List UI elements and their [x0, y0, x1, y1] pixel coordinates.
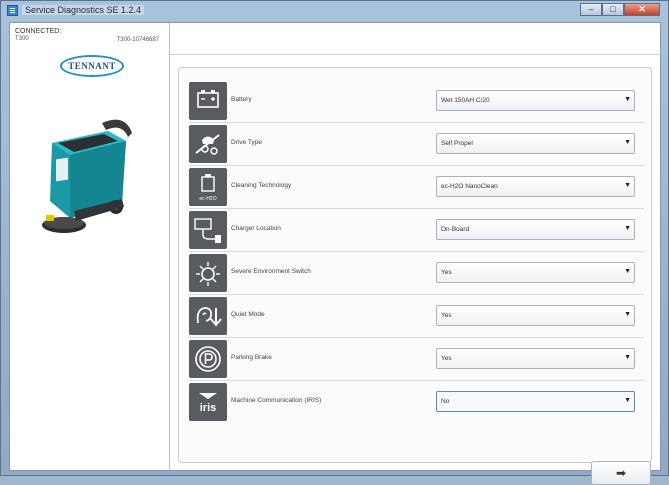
setting-row-parking-brake: Parking Brake Yes ▼	[189, 338, 644, 381]
setting-row-cleaning-technology: ec-H2O Cleaning Technology ec-H2O NanoCl…	[189, 166, 644, 209]
svg-text:ec-H2O: ec-H2O	[199, 196, 216, 202]
setting-row-battery: Battery Wet 150AH C/20 ▼	[189, 80, 644, 123]
chevron-down-icon: ▼	[624, 268, 631, 275]
next-button[interactable]: ➡	[591, 461, 651, 485]
setting-label: Parking Brake	[231, 354, 272, 361]
minimize-button[interactable]: –	[580, 3, 602, 16]
chevron-down-icon: ▼	[624, 96, 631, 103]
setting-row-charger-location: Charger Location On-Board ▼	[189, 209, 644, 252]
select-value: On-Board	[441, 226, 470, 233]
chevron-down-icon: ▼	[624, 354, 631, 361]
settings-list: Battery Wet 150AH C/20 ▼ Drive Type Self…	[189, 80, 644, 423]
battery-icon	[189, 82, 227, 120]
select-value: No	[441, 398, 450, 405]
battery-select[interactable]: Wet 150AH C/20 ▼	[436, 90, 635, 111]
drive-type-icon	[189, 125, 227, 163]
machine-communication-select[interactable]: No ▼	[436, 391, 635, 412]
arrow-right-icon: ➡	[615, 466, 627, 480]
charger-location-select[interactable]: On-Board ▼	[436, 219, 635, 240]
setting-row-drive-type: Drive Type Self Propel ▼	[189, 123, 644, 166]
connection-status: CONNECTED:	[15, 28, 62, 35]
chevron-down-icon: ▼	[624, 139, 631, 146]
quiet-mode-icon	[189, 297, 227, 335]
machine-model: T300	[15, 36, 29, 42]
select-value: Yes	[441, 312, 452, 319]
setting-label: Cleaning Technology	[231, 182, 292, 189]
svg-text:iris: iris	[200, 402, 217, 414]
client-area: CONNECTED: T300 T300-10746687 TENNANT Ba…	[9, 22, 661, 485]
top-strip	[170, 23, 660, 55]
select-value: Wet 150AH C/20	[441, 97, 490, 104]
charger-icon	[189, 211, 227, 249]
window-controls: – □ ✕	[580, 3, 660, 17]
app-icon	[7, 5, 18, 16]
parking-brake-select[interactable]: Yes ▼	[436, 348, 635, 369]
title-bar[interactable]: Service Diagnostics SE 1.2.4 – □ ✕	[1, 1, 668, 21]
chevron-down-icon: ▼	[624, 182, 631, 189]
settings-panel: Battery Wet 150AH C/20 ▼ Drive Type Self…	[178, 67, 652, 485]
severe-environment-select[interactable]: Yes ▼	[436, 262, 635, 283]
setting-row-severe-environment: Severe Environment Switch Yes ▼	[189, 252, 644, 295]
window-title: Service Diagnostics SE 1.2.4	[22, 5, 145, 15]
select-value: Self Propel	[441, 140, 473, 147]
setting-label: Battery	[231, 96, 252, 103]
iris-icon: iris	[189, 383, 227, 421]
setting-label: Quiet Mode	[231, 311, 265, 318]
setting-label: Severe Environment Switch	[231, 268, 311, 275]
chevron-down-icon: ▼	[624, 397, 631, 404]
machine-serial: T300-10746687	[116, 37, 159, 43]
cleaning-technology-select[interactable]: ec-H2O NanoClean ▼	[436, 176, 635, 197]
setting-label: Machine Communication (IRIS)	[231, 397, 322, 404]
cleaning-technology-icon: ec-H2O	[189, 168, 227, 206]
close-button[interactable]: ✕	[624, 3, 660, 16]
setting-label: Drive Type	[231, 139, 262, 146]
severe-environment-icon	[189, 254, 227, 292]
select-value: ec-H2O NanoClean	[441, 183, 498, 190]
select-value: Yes	[441, 269, 452, 276]
quiet-mode-select[interactable]: Yes ▼	[436, 305, 635, 326]
setting-row-quiet-mode: Quiet Mode Yes ▼	[189, 295, 644, 338]
setting-label: Charger Location	[231, 225, 281, 232]
drive-type-select[interactable]: Self Propel ▼	[436, 133, 635, 154]
select-value: Yes	[441, 355, 452, 362]
maximize-button[interactable]: □	[602, 3, 624, 16]
setting-row-machine-communication: iris Machine Communication (IRIS) No ▼	[189, 381, 644, 423]
parking-brake-icon	[189, 340, 227, 378]
chevron-down-icon: ▼	[624, 225, 631, 232]
chevron-down-icon: ▼	[624, 311, 631, 318]
machine-info-panel: CONNECTED: T300 T300-10746687 TENNANT	[10, 23, 170, 470]
tennant-logo: TENNANT	[60, 55, 124, 77]
scrubber-machine-image	[42, 119, 132, 233]
app-window: Service Diagnostics SE 1.2.4 – □ ✕ CONNE…	[0, 0, 669, 485]
